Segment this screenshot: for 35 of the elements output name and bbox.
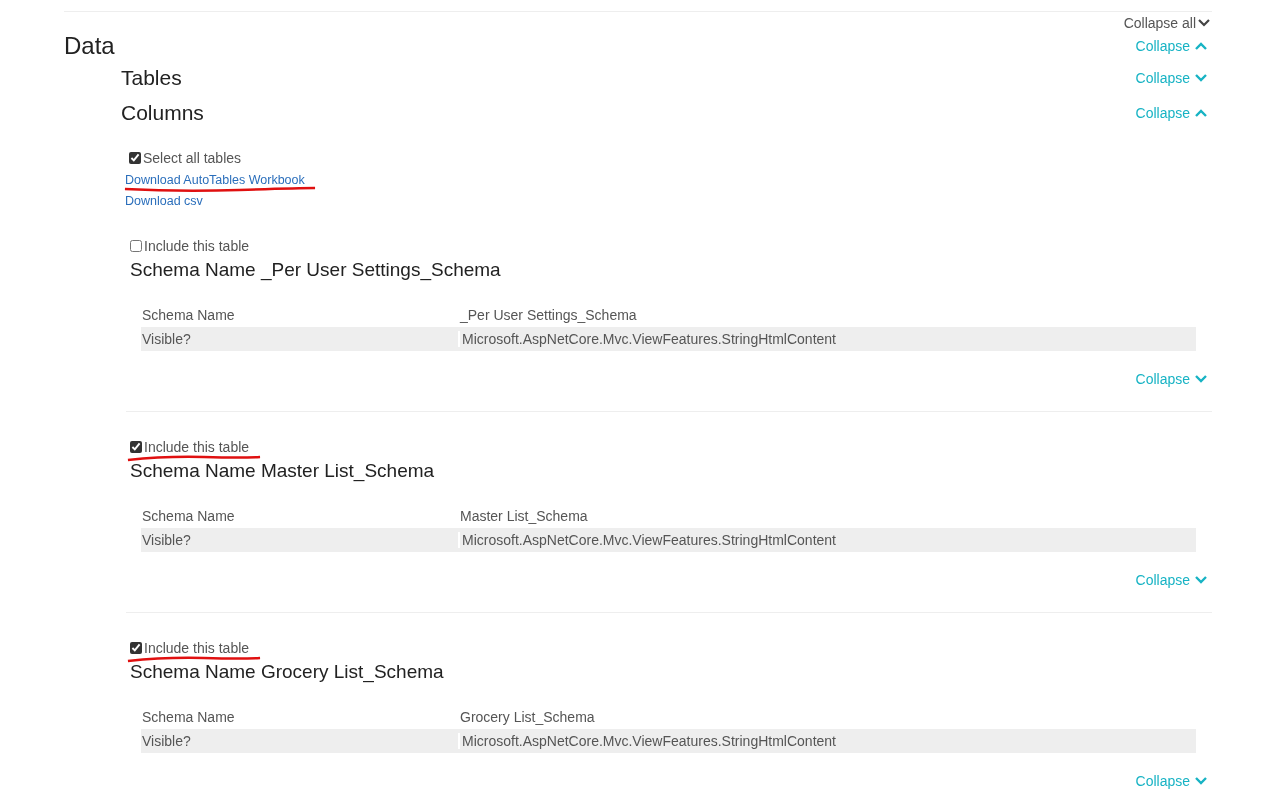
table-cell: Visible? bbox=[141, 532, 460, 548]
checkbox[interactable] bbox=[130, 441, 142, 453]
checkbox[interactable] bbox=[130, 642, 142, 654]
table-cell-text: Schema Name bbox=[141, 508, 236, 524]
table-heading: Schema Name Master List_Schema bbox=[129, 460, 436, 484]
table-cell-text: Microsoft.AspNetCore.Mvc.ViewFeatures.StringHtmlContent bbox=[461, 733, 836, 749]
download-link[interactable]: Download csv bbox=[125, 193, 203, 208]
table-cell-text: Microsoft.AspNetCore.Mvc.ViewFeatures.StringHtmlContent bbox=[461, 532, 836, 548]
collapse-link[interactable]: Collapse bbox=[1135, 69, 1207, 86]
checkbox-label: Include this table bbox=[144, 640, 250, 656]
collapse-link[interactable]: Collapse bbox=[1135, 104, 1207, 121]
table-cell-text: Microsoft.AspNetCore.Mvc.ViewFeatures.StringHtmlContent bbox=[461, 331, 836, 347]
table-heading: Schema Name Grocery List_Schema bbox=[129, 661, 445, 685]
collapse-link[interactable]: Collapse bbox=[1135, 773, 1207, 789]
checkbox-label: Include this table bbox=[144, 439, 250, 455]
section-heading: Data bbox=[64, 32, 115, 60]
table-cell: Visible? bbox=[141, 331, 460, 347]
checkbox[interactable] bbox=[130, 240, 142, 252]
checkbox[interactable] bbox=[129, 152, 141, 164]
download-link[interactable]: Download AutoTables Workbook bbox=[125, 172, 305, 187]
collapse-link[interactable]: Collapse bbox=[1135, 572, 1207, 588]
section-heading: Columns bbox=[121, 100, 204, 125]
table-cell-text: Master List_Schema bbox=[459, 508, 588, 524]
table-cell: _Per User Settings_Schema bbox=[458, 307, 637, 323]
collapse-all-link[interactable]: Collapse all bbox=[1123, 13, 1210, 33]
table-heading: Schema Name _Per User Settings_Schema bbox=[129, 259, 502, 283]
table-cell-text: Schema Name bbox=[141, 307, 236, 323]
checkbox-label: Select all tables bbox=[143, 150, 242, 166]
checkbox-label: Include this table bbox=[144, 238, 250, 254]
table-cell-text: Schema Name bbox=[141, 709, 236, 725]
table-cell-text: Grocery List_Schema bbox=[459, 709, 595, 725]
section-heading: Tables bbox=[121, 65, 182, 90]
collapse-link[interactable]: Collapse bbox=[1135, 371, 1207, 387]
table-cell: Visible? bbox=[141, 733, 460, 749]
collapse-link[interactable]: Collapse bbox=[1135, 38, 1207, 54]
